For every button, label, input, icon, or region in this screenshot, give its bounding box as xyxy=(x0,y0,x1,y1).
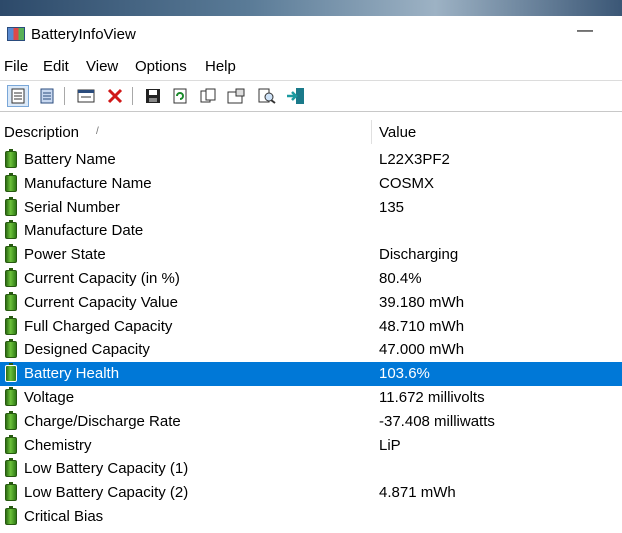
toolbar-separator xyxy=(132,87,133,105)
menu-view[interactable]: View xyxy=(86,58,118,75)
row-description: Current Capacity (in %) xyxy=(24,269,180,287)
list-row[interactable]: Critical Bias xyxy=(0,505,622,529)
menu-options[interactable]: Options xyxy=(135,58,187,75)
properties-icon[interactable] xyxy=(225,85,247,107)
exit-icon[interactable] xyxy=(285,85,307,107)
copy-icon[interactable] xyxy=(197,85,219,107)
row-value: 48.710 mWh xyxy=(379,317,465,335)
battery-info-list: Battery Name L22X3PF2 Manufacture Name COSM… xyxy=(0,148,622,529)
row-description: Serial Number xyxy=(24,198,120,216)
menu-file[interactable]: File xyxy=(4,58,28,75)
battery-icon xyxy=(5,410,17,430)
battery-icon xyxy=(5,267,17,287)
properties-view-icon[interactable] xyxy=(7,85,29,107)
list-row[interactable]: Voltage 11.672 millivolts xyxy=(0,386,622,410)
row-description: Battery Health xyxy=(24,365,120,383)
column-divider[interactable] xyxy=(371,120,372,144)
row-description: Manufacture Name xyxy=(24,174,152,192)
list-row[interactable]: Chemistry LiP xyxy=(0,434,622,458)
menu-help[interactable]: Help xyxy=(205,58,236,75)
list-row[interactable]: Serial Number 135 xyxy=(0,196,622,220)
battery-icon xyxy=(5,505,17,525)
row-value: 11.672 millivolts xyxy=(379,388,485,406)
row-value: 39.180 mWh xyxy=(379,293,465,311)
battery-icon xyxy=(5,386,17,406)
list-row[interactable]: Low Battery Capacity (2) 4.871 mWh xyxy=(0,481,622,505)
row-value: 47.000 mWh xyxy=(379,341,465,359)
row-value: 4.871 mWh xyxy=(379,484,456,502)
row-description: Full Charged Capacity xyxy=(24,317,173,335)
row-description: Charge/Discharge Rate xyxy=(24,412,181,430)
battery-icon xyxy=(5,244,17,264)
row-value: 103.6% xyxy=(379,365,430,383)
list-row[interactable]: Battery Name L22X3PF2 xyxy=(0,148,622,172)
menu-edit[interactable]: Edit xyxy=(43,58,69,75)
row-description: Low Battery Capacity (1) xyxy=(24,460,189,478)
sort-ascending-icon: / xyxy=(96,126,99,137)
list-row[interactable]: Current Capacity Value 39.180 mWh xyxy=(0,291,622,315)
title-bar: BatteryInfoView — xyxy=(0,16,622,56)
column-header-description[interactable]: Description xyxy=(4,124,79,141)
row-description: Battery Name xyxy=(24,151,116,168)
list-header: Description / Value xyxy=(0,120,622,144)
battery-app-icon xyxy=(7,27,25,41)
row-description: Voltage xyxy=(24,388,75,406)
list-row[interactable]: Power State Discharging xyxy=(0,243,622,267)
clear-icon[interactable] xyxy=(104,85,126,107)
toolbar-separator xyxy=(64,87,65,105)
list-row[interactable]: Full Charged Capacity 48.710 mWh xyxy=(0,315,622,339)
battery-icon xyxy=(5,291,17,311)
battery-icon xyxy=(5,458,17,478)
window-title: BatteryInfoView xyxy=(31,26,136,43)
row-description: Current Capacity Value xyxy=(24,293,178,311)
refresh-icon[interactable] xyxy=(169,85,191,107)
battery-icon xyxy=(5,482,17,502)
battery-icon xyxy=(5,434,17,454)
list-row[interactable]: Manufacture Date xyxy=(0,219,622,243)
row-description: Critical Bias xyxy=(24,507,104,525)
list-row[interactable]: Designed Capacity 47.000 mWh xyxy=(0,338,622,362)
minimize-button[interactable]: — xyxy=(574,20,596,44)
battery-icon xyxy=(5,220,17,240)
row-value: 80.4% xyxy=(379,269,422,287)
row-description: Chemistry xyxy=(24,436,92,454)
find-icon[interactable] xyxy=(256,85,278,107)
row-description: Manufacture Date xyxy=(24,222,144,240)
list-row[interactable]: Low Battery Capacity (1) xyxy=(0,457,622,481)
row-value: L22X3PF2 xyxy=(379,151,450,168)
row-value: LiP xyxy=(379,436,401,454)
list-row[interactable]: Manufacture Name COSMX xyxy=(0,172,622,196)
battery-icon xyxy=(5,315,17,335)
list-row[interactable]: Battery Health 103.6% xyxy=(0,362,622,386)
list-row[interactable]: Current Capacity (in %) 80.4% xyxy=(0,267,622,291)
battery-icon xyxy=(5,363,17,383)
battery-icon xyxy=(5,339,17,359)
battery-icon xyxy=(5,149,17,168)
desktop-wallpaper xyxy=(0,0,622,16)
list-row[interactable]: Charge/Discharge Rate -37.408 milliwatts xyxy=(0,410,622,434)
battery-icon xyxy=(5,196,17,216)
log-window-icon[interactable] xyxy=(75,85,97,107)
row-description: Power State xyxy=(24,246,106,264)
html-view-icon[interactable] xyxy=(36,85,58,107)
row-description: Designed Capacity xyxy=(24,341,150,359)
row-value: Discharging xyxy=(379,246,459,264)
row-value: 135 xyxy=(379,198,405,216)
toolbar xyxy=(0,80,622,112)
window-bottom-edge xyxy=(0,528,622,533)
save-icon[interactable] xyxy=(142,85,164,107)
column-header-value[interactable]: Value xyxy=(379,124,416,141)
row-value: -37.408 milliwatts xyxy=(379,412,495,430)
row-description: Low Battery Capacity (2) xyxy=(24,484,189,502)
row-value: COSMX xyxy=(379,174,435,192)
battery-icon xyxy=(5,172,17,192)
menu-bar: File Edit View Options Help xyxy=(0,56,622,78)
